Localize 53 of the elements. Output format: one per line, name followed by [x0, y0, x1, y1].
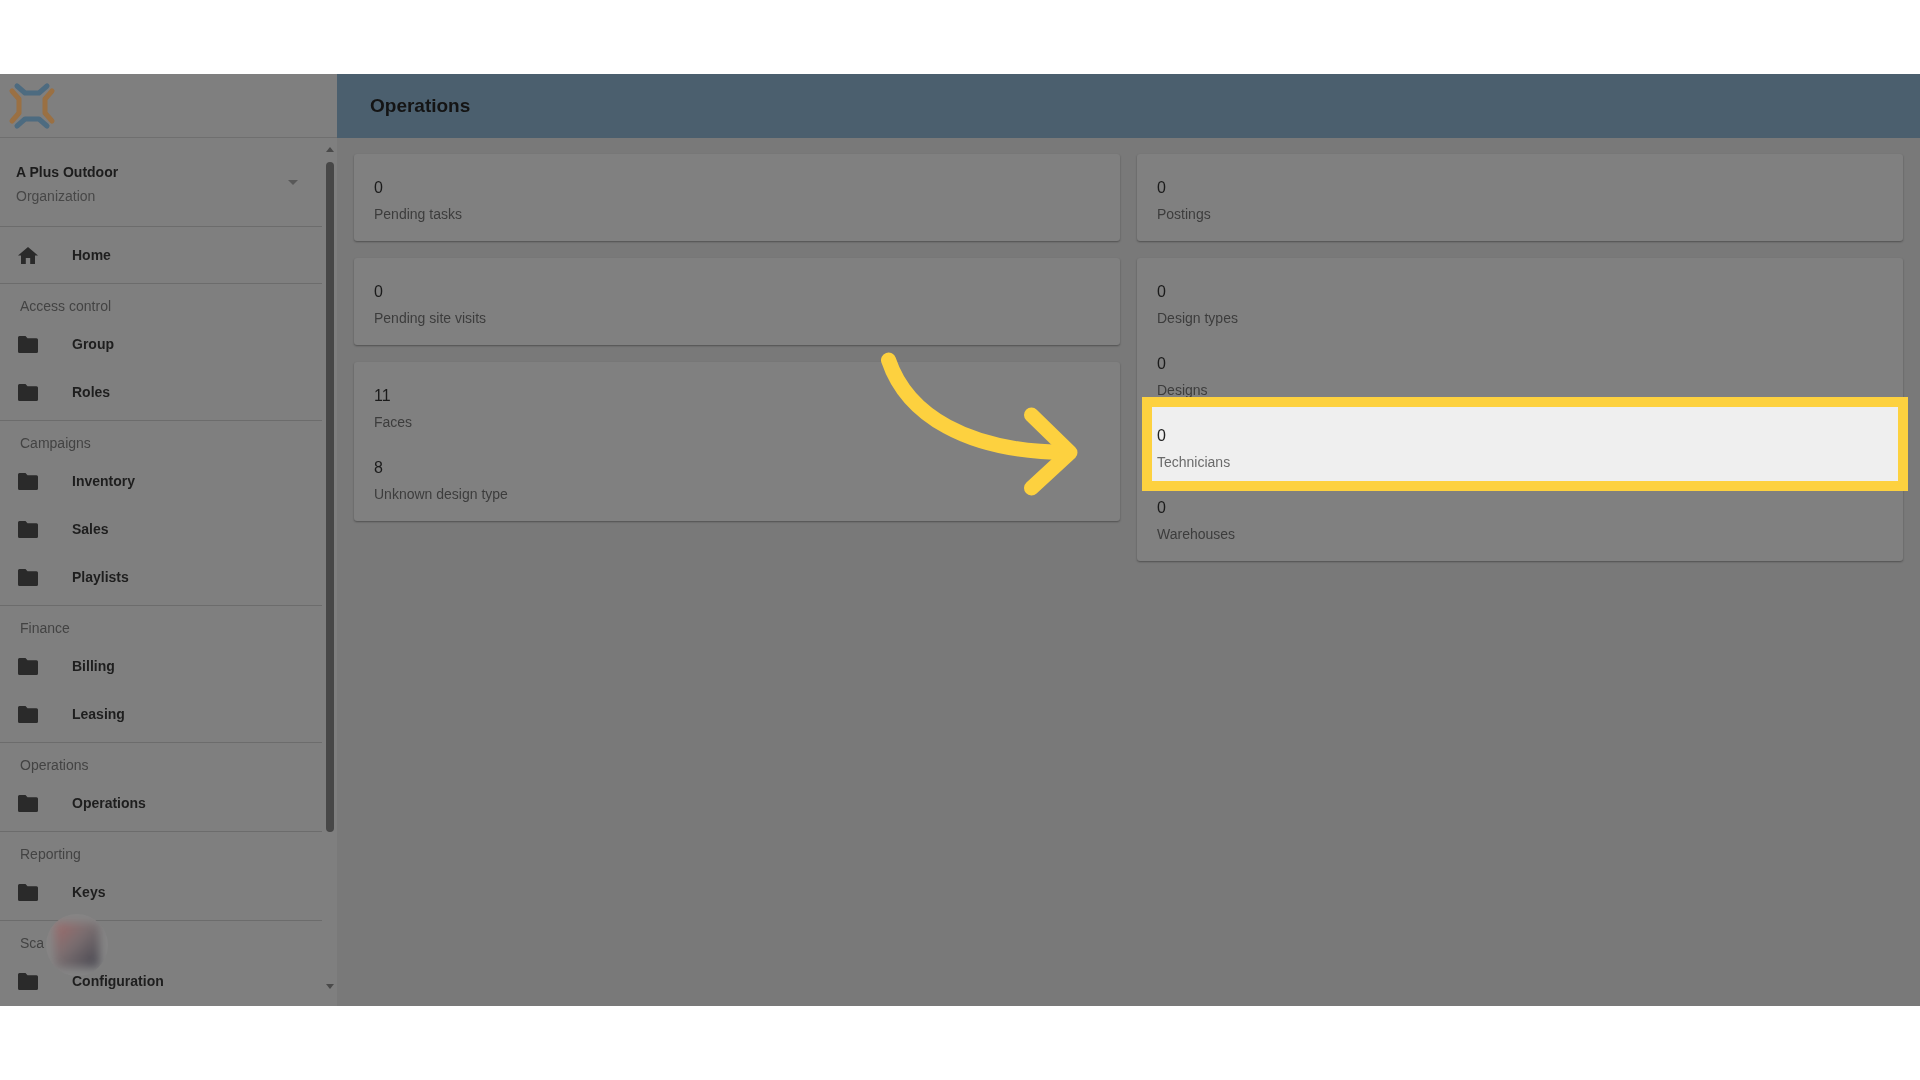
folder-icon	[18, 568, 38, 586]
section-header: Access control	[20, 296, 112, 316]
stat-value: 0	[374, 282, 383, 302]
stat-label: Technicians	[1157, 453, 1231, 472]
folder-icon	[18, 657, 38, 675]
logo	[8, 81, 56, 130]
section-header: Reporting	[20, 844, 81, 864]
stat-label: Warehouses	[1157, 525, 1236, 544]
nav-item[interactable]: Billing	[0, 642, 322, 690]
folder-icon	[18, 472, 38, 490]
stat-label: Unknown design type	[374, 485, 508, 504]
stat-label: Postings	[1157, 205, 1211, 224]
scroll-down-icon[interactable]	[325, 984, 334, 989]
nav-item[interactable]: Leasing	[0, 690, 322, 738]
nav-item[interactable]: Configuration	[0, 957, 322, 1005]
stat-value: 0	[374, 178, 383, 198]
folder-icon	[18, 335, 38, 353]
stat-label: Faces	[374, 413, 413, 432]
nav-item[interactable]: Sales	[0, 505, 322, 553]
page-title: Operations	[370, 93, 471, 118]
nav-item[interactable]: Group	[0, 320, 322, 368]
stat-value: 0	[1157, 282, 1166, 302]
stat-label: Designs	[1157, 381, 1208, 400]
stat-label: Pending site visits	[374, 309, 487, 328]
stat-value: 0	[1157, 426, 1166, 446]
nav-item[interactable]: Keys	[0, 868, 322, 916]
stat-value: 11	[374, 386, 391, 406]
stat-label: Design types	[1157, 309, 1238, 328]
folder-icon	[18, 883, 38, 901]
section-header: Finance	[20, 618, 70, 638]
nav-item[interactable]: Playlists	[0, 553, 322, 601]
folder-icon	[18, 705, 38, 723]
home-icon	[18, 246, 38, 264]
folder-icon	[18, 794, 38, 812]
nav-item[interactable]: Roles	[0, 368, 322, 416]
folder-icon	[18, 520, 38, 538]
stat-label: Pending tasks	[374, 205, 462, 224]
folder-icon	[18, 383, 38, 401]
scrollbar-thumb[interactable]	[325, 162, 334, 832]
stat-value: 0	[1157, 178, 1166, 198]
nav-item[interactable]: Home	[0, 231, 322, 279]
stat-value: 0	[1157, 498, 1166, 518]
caret-down-icon	[288, 180, 298, 185]
section-header: Campaigns	[20, 433, 91, 453]
organization-selector[interactable]: A Plus Outdoor Organization	[0, 138, 322, 227]
nav-item[interactable]: Inventory	[0, 457, 322, 505]
nav-item[interactable]: Operations	[0, 779, 322, 827]
stat-value: 0	[1157, 354, 1166, 374]
scroll-up-icon[interactable]	[325, 147, 334, 152]
stat-value: 8	[374, 458, 383, 478]
section-header: Sca	[20, 933, 45, 953]
folder-icon	[18, 972, 38, 990]
section-header: Operations	[20, 755, 89, 775]
